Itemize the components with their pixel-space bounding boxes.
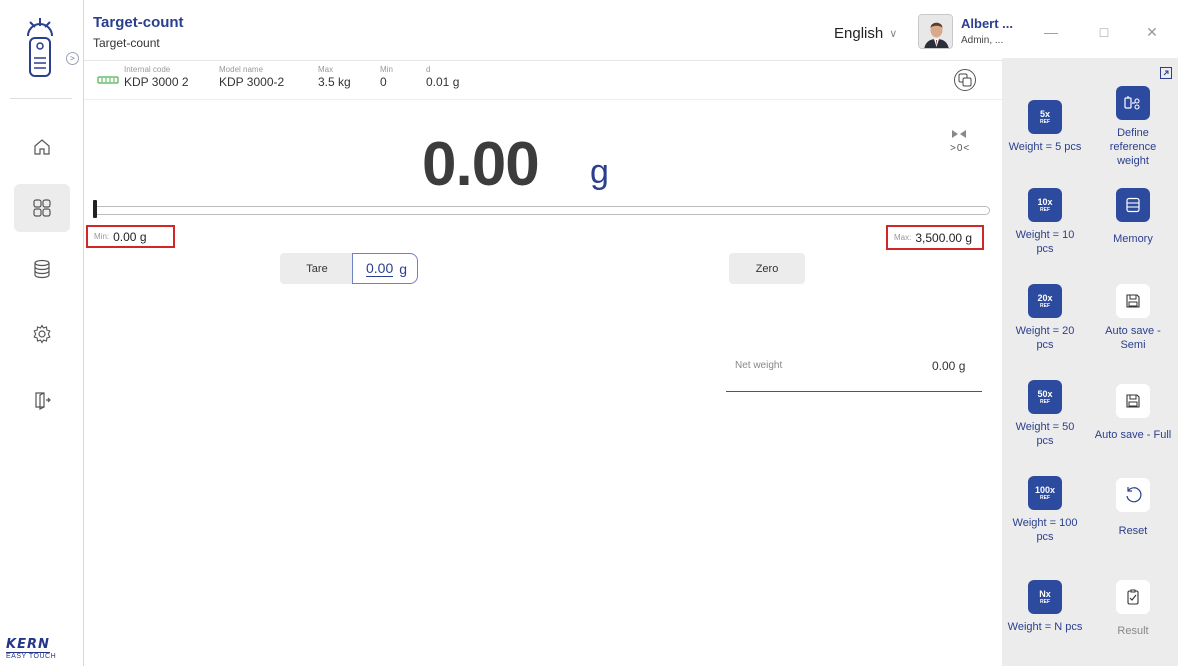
define-reference-icon — [1116, 86, 1150, 120]
copy-button[interactable] — [954, 69, 976, 91]
auto-save-semi-button[interactable]: Auto save - Semi — [1088, 284, 1178, 352]
function-panel: 5x REF Weight = 5 pcs 10x REF Weight = 10 … — [1002, 58, 1178, 666]
ref-5-button[interactable]: 5x REF Weight = 5 pcs — [1000, 100, 1090, 154]
nav-home[interactable] — [14, 123, 70, 171]
net-weight-label: Net weight — [735, 360, 783, 371]
tare-button[interactable]: Tare — [280, 253, 354, 284]
stability-indicator-icon — [952, 125, 966, 143]
gear-icon — [33, 324, 51, 344]
page-subtitle: Target-count — [93, 36, 160, 50]
spec-model-name: Model name KDP 3000-2 — [219, 65, 285, 89]
language-selector[interactable]: English ∨ — [834, 25, 897, 42]
result-icon — [1116, 580, 1150, 614]
ref-10-button[interactable]: 10x REF Weight = 10 pcs — [1000, 188, 1090, 256]
user-name[interactable]: Albert ... — [961, 16, 1013, 31]
memory-button[interactable]: Memory — [1088, 188, 1178, 246]
save-semi-icon — [1116, 284, 1150, 318]
ref-20-button[interactable]: 20x REF Weight = 20 pcs — [1000, 284, 1090, 352]
nav-database[interactable] — [14, 245, 70, 293]
nav-divider — [10, 98, 72, 99]
ref-20-icon: 20x REF — [1028, 284, 1062, 318]
kern-brand-logo: KERN EASY TOUCH — [6, 637, 57, 660]
spec-internal-code: Internal code KDP 3000 2 — [124, 65, 189, 89]
logout-icon — [35, 392, 51, 410]
memory-icon — [1116, 188, 1150, 222]
auto-save-full-button[interactable]: Auto save - Full — [1088, 384, 1178, 442]
avatar[interactable] — [918, 14, 953, 49]
home-icon — [34, 139, 50, 155]
result-button[interactable]: Result — [1088, 580, 1178, 638]
weight-display: 0.00 — [422, 130, 540, 199]
zero-indicator: >0< — [950, 143, 971, 154]
page-title: Target-count — [93, 14, 184, 31]
bargraph-marker — [93, 200, 97, 218]
copy-icon — [958, 73, 972, 87]
database-icon — [34, 259, 50, 279]
app-header: Target-count Target-count English ∨ Albe… — [84, 0, 1178, 58]
ref-100-button[interactable]: 100x REF Weight = 100 pcs — [1000, 476, 1090, 544]
reset-icon — [1116, 478, 1150, 512]
scale-logo-icon — [18, 14, 62, 84]
zero-button[interactable]: Zero — [729, 253, 805, 284]
net-weight-value: 0.00 g — [932, 359, 966, 373]
ref-n-button[interactable]: Nx REF Weight = N pcs — [1000, 580, 1090, 634]
tare-input[interactable]: 0.00 g — [352, 253, 418, 284]
minimize-button[interactable]: — — [1041, 24, 1061, 40]
language-label: English — [834, 25, 884, 42]
nav-applications[interactable] — [14, 184, 70, 232]
weight-unit: g — [590, 153, 609, 191]
chevron-down-icon: ∨ — [889, 28, 898, 40]
expand-nav-button[interactable]: > — [66, 52, 79, 65]
reset-button[interactable]: Reset — [1088, 478, 1178, 538]
min-indicator: Min: 0.00 g — [86, 225, 175, 248]
weighing-panel: Internal code KDP 3000 2 Model name KDP … — [84, 60, 1002, 666]
net-weight-divider — [726, 391, 982, 392]
max-indicator: Max: 3,500.00 g — [886, 225, 984, 250]
expand-panel-icon[interactable] — [1160, 66, 1172, 84]
left-navigation: > KERN EASY TOUCH — [0, 0, 84, 666]
user-role: Admin, ... — [961, 35, 1004, 46]
ref-100-icon: 100x REF — [1028, 476, 1062, 510]
save-full-icon — [1116, 384, 1150, 418]
close-button[interactable]: ✕ — [1142, 24, 1162, 41]
ref-50-button[interactable]: 50x REF Weight = 50 pcs — [1000, 380, 1090, 448]
spec-divider — [84, 99, 1002, 100]
ref-n-icon: Nx REF — [1028, 580, 1062, 614]
connection-plug-icon — [97, 73, 119, 91]
ref-10-icon: 10x REF — [1028, 188, 1062, 222]
nav-logout[interactable] — [14, 376, 70, 424]
ref-50-icon: 50x REF — [1028, 380, 1062, 414]
define-reference-weight-button[interactable]: Define reference weight — [1088, 86, 1178, 168]
maximize-button[interactable]: □ — [1094, 24, 1114, 40]
grid-icon — [33, 199, 51, 217]
spec-min: Min 0 — [380, 65, 393, 89]
capacity-bargraph — [93, 206, 990, 215]
nav-settings[interactable] — [14, 310, 70, 358]
ref-5-icon: 5x REF — [1028, 100, 1062, 134]
spec-max: Max 3.5 kg — [318, 65, 351, 89]
spec-d: d 0.01 g — [426, 65, 460, 89]
